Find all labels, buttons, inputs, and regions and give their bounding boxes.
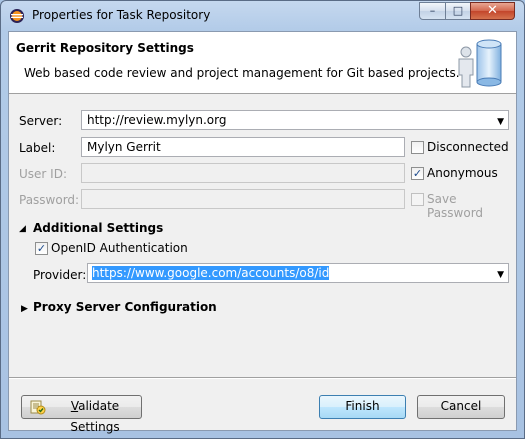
anonymous-checkbox[interactable]: ✓ [411, 167, 424, 180]
server-value: http://review.mylyn.org [87, 113, 227, 127]
chevron-down-icon[interactable]: ▼ [497, 268, 504, 282]
validate-mnemonic: V [70, 399, 79, 413]
close-button[interactable]: ✕ [470, 2, 515, 20]
dialog-client-area: Gerrit Repository Settings Web based cod… [8, 31, 517, 434]
save-password-label: Save Password [427, 192, 484, 220]
button-bar-separator [9, 377, 516, 379]
window-title: Properties for Task Repository [32, 8, 211, 22]
server-combo[interactable]: http://review.mylyn.org ▼ [81, 110, 509, 130]
collapsed-triangle-icon[interactable]: ▶ [21, 304, 28, 314]
label-label: Label: [19, 141, 56, 155]
password-input[interactable] [81, 189, 405, 209]
provider-value: https://www.google.com/accounts/o8/id [92, 266, 330, 280]
banner-title: Gerrit Repository Settings [16, 41, 194, 55]
save-password-checkbox[interactable] [411, 193, 424, 206]
expanded-triangle-icon[interactable]: ◢ [19, 224, 26, 234]
repository-database-icon [458, 39, 502, 88]
title-bar[interactable]: Properties for Task Repository – □ ✕ [1, 1, 524, 31]
validate-label: alidate Settings [70, 399, 120, 434]
openid-checkbox[interactable]: ✓ [35, 242, 48, 255]
userid-label: User ID: [19, 167, 67, 181]
chevron-down-icon[interactable]: ▼ [497, 115, 504, 129]
maximize-button[interactable]: □ [445, 2, 471, 20]
additional-settings-header[interactable]: Additional Settings [33, 221, 163, 235]
minimize-button[interactable]: – [419, 2, 446, 20]
validate-settings-button[interactable]: Validate Settings [21, 395, 142, 434]
userid-input[interactable] [81, 163, 405, 183]
finish-button[interactable]: Finish [319, 395, 406, 419]
server-label: Server: [19, 114, 63, 128]
provider-label: Provider: [33, 268, 87, 282]
dialog-window: Properties for Task Repository – □ ✕ Ger… [0, 0, 525, 439]
eclipse-icon [10, 9, 24, 23]
cancel-button[interactable]: Cancel [417, 395, 505, 419]
password-label: Password: [19, 193, 80, 207]
provider-combo[interactable]: https://www.google.com/accounts/o8/id ▼ [87, 263, 509, 283]
proxy-settings-header[interactable]: Proxy Server Configuration [33, 300, 217, 314]
disconnected-checkbox[interactable] [411, 141, 424, 154]
anonymous-label: Anonymous [427, 166, 498, 180]
validate-icon [30, 400, 46, 415]
banner-description: Web based code review and project manage… [24, 66, 460, 80]
label-input[interactable]: Mylyn Gerrit [81, 137, 405, 157]
header-banner: Gerrit Repository Settings Web based cod… [9, 32, 516, 94]
disconnected-label: Disconnected [427, 140, 509, 154]
openid-label: OpenID Authentication [51, 241, 188, 255]
